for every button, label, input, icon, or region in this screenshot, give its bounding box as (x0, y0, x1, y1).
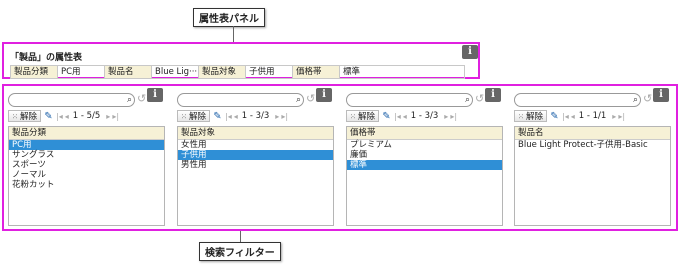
clear-button-label: 解除 (526, 112, 544, 122)
first-page-icon[interactable]: |◂ (562, 112, 569, 121)
attribute-value-cell: PC用 (58, 66, 105, 78)
list-item[interactable]: PC用 (9, 140, 164, 150)
info-button[interactable]: i (316, 88, 332, 102)
filter-panel-price-range: ⌕ ↺ i ⁙ 解除 ✎ |◂ ◂ 1 - 3/3 ▸ ▸| 価格帯 プレミアム… (344, 88, 503, 226)
filter-toolbar: ⁙ 解除 ✎ |◂ ◂ 1 - 5/5 ▸ ▸| (8, 109, 165, 123)
filter-toolbar: ⁙ 解除 ✎ |◂ ◂ 1 - 1/1 ▸ ▸| (514, 109, 671, 123)
first-page-icon[interactable]: |◂ (394, 112, 401, 121)
attribute-table: 製品分類 PC用 製品名 Blue Lig··· 製品対象 子供用 価格帯 標準 (10, 65, 465, 79)
clear-x-icon: ⁙ (349, 113, 359, 121)
attribute-panel-info-button[interactable]: i (462, 45, 478, 59)
info-button[interactable]: i (147, 88, 163, 102)
search-input[interactable]: ⌕ (177, 93, 304, 107)
next-page-icon[interactable]: ▸ (612, 112, 616, 121)
attribute-key-cell: 製品名 (105, 66, 152, 78)
filter-panel-product-category: ⌕ ↺ i ⁙ 解除 ✎ |◂ ◂ 1 - 5/5 ▸ ▸| 製品分類 PC用 … (6, 88, 165, 226)
info-button[interactable]: i (485, 88, 501, 102)
attribute-value-cell: 子供用 (246, 66, 293, 78)
list-item[interactable]: 女性用 (178, 140, 333, 150)
last-page-icon[interactable]: ▸| (281, 112, 288, 121)
clear-x-icon: ⁙ (517, 113, 527, 121)
next-page-icon[interactable]: ▸ (275, 112, 279, 121)
page-indicator: 1 - 3/3 (241, 111, 270, 121)
attribute-panel-connector (233, 26, 234, 42)
undo-icon[interactable]: ↺ (137, 92, 146, 106)
pencil-icon[interactable]: ✎ (43, 111, 54, 122)
prev-page-icon[interactable]: ◂ (403, 112, 407, 121)
clear-button-label: 解除 (20, 112, 38, 122)
attribute-panel-title: 「製品」の属性表 (10, 53, 83, 63)
page-indicator: 1 - 1/1 (578, 111, 607, 121)
next-page-icon[interactable]: ▸ (106, 112, 110, 121)
list-header: 価格帯 (347, 127, 502, 140)
clear-button[interactable]: ⁙ 解除 (346, 110, 379, 122)
clear-button[interactable]: ⁙ 解除 (177, 110, 210, 122)
search-icon[interactable]: ⌕ (127, 95, 132, 105)
search-input[interactable]: ⌕ (346, 93, 473, 107)
filter-list: 製品対象 女性用 子供用 男性用 (177, 126, 334, 226)
prev-page-icon[interactable]: ◂ (571, 112, 575, 121)
search-filter-connector (240, 231, 241, 242)
list-item[interactable]: 花粉カット (9, 180, 164, 190)
filter-panel-product-target: ⌕ ↺ i ⁙ 解除 ✎ |◂ ◂ 1 - 3/3 ▸ ▸| 製品対象 女性用 … (175, 88, 334, 226)
search-input[interactable]: ⌕ (514, 93, 641, 107)
next-page-icon[interactable]: ▸ (444, 112, 448, 121)
last-page-icon[interactable]: ▸| (618, 112, 625, 121)
info-button[interactable]: i (653, 88, 669, 102)
clear-button-label: 解除 (358, 112, 376, 122)
search-icon[interactable]: ⌕ (633, 95, 638, 105)
first-page-icon[interactable]: |◂ (225, 112, 232, 121)
filter-list: 製品名 Blue Light Protect-子供用-Basic (514, 126, 671, 226)
list-item[interactable]: プレミアム (347, 140, 502, 150)
search-filter-callout: 検索フィルター (199, 242, 281, 261)
list-item[interactable]: 標準 (347, 160, 502, 170)
last-page-icon[interactable]: ▸| (112, 112, 119, 121)
list-item[interactable]: Blue Light Protect-子供用-Basic (515, 140, 670, 150)
prev-page-icon[interactable]: ◂ (65, 112, 69, 121)
attribute-key-cell: 価格帯 (293, 66, 340, 78)
attribute-panel: 「製品」の属性表 i 製品分類 PC用 製品名 Blue Lig··· 製品対象… (2, 42, 480, 79)
list-item[interactable]: サングラス (9, 150, 164, 160)
pencil-icon[interactable]: ✎ (212, 111, 223, 122)
undo-icon[interactable]: ↺ (306, 92, 315, 106)
filter-toolbar: ⁙ 解除 ✎ |◂ ◂ 1 - 3/3 ▸ ▸| (177, 109, 334, 123)
attribute-key-cell: 製品対象 (199, 66, 246, 78)
filter-panel-product-name: ⌕ ↺ i ⁙ 解除 ✎ |◂ ◂ 1 - 1/1 ▸ ▸| 製品名 Blue … (512, 88, 671, 226)
filter-list: 価格帯 プレミアム 廉価 標準 (346, 126, 503, 226)
list-item[interactable]: ノーマル (9, 170, 164, 180)
first-page-icon[interactable]: |◂ (56, 112, 63, 121)
search-input[interactable]: ⌕ (8, 93, 135, 107)
attribute-value-cell: Blue Lig··· (152, 66, 199, 78)
list-item[interactable]: 男性用 (178, 160, 333, 170)
clear-button[interactable]: ⁙ 解除 (514, 110, 547, 122)
list-header: 製品名 (515, 127, 670, 140)
last-page-icon[interactable]: ▸| (450, 112, 457, 121)
page-indicator: 1 - 3/3 (410, 111, 439, 121)
undo-icon[interactable]: ↺ (643, 92, 652, 106)
list-header: 製品分類 (9, 127, 164, 140)
list-item[interactable]: 子供用 (178, 150, 333, 160)
attribute-key-cell: 製品分類 (11, 66, 58, 78)
list-item[interactable]: スポーツ (9, 160, 164, 170)
prev-page-icon[interactable]: ◂ (234, 112, 238, 121)
clear-x-icon: ⁙ (180, 113, 190, 121)
list-item[interactable]: 廉価 (347, 150, 502, 160)
search-icon[interactable]: ⌕ (296, 95, 301, 105)
filter-list: 製品分類 PC用 サングラス スポーツ ノーマル 花粉カット (8, 126, 165, 226)
attribute-panel-callout: 属性表パネル (193, 8, 265, 27)
clear-button[interactable]: ⁙ 解除 (8, 110, 41, 122)
search-icon[interactable]: ⌕ (465, 95, 470, 105)
clear-button-label: 解除 (189, 112, 207, 122)
attribute-value-cell: 標準 (343, 67, 361, 77)
filter-toolbar: ⁙ 解除 ✎ |◂ ◂ 1 - 3/3 ▸ ▸| (346, 109, 503, 123)
pencil-icon[interactable]: ✎ (549, 111, 560, 122)
undo-icon[interactable]: ↺ (475, 92, 484, 106)
list-header: 製品対象 (178, 127, 333, 140)
pencil-icon[interactable]: ✎ (381, 111, 392, 122)
page-indicator: 1 - 5/5 (72, 111, 101, 121)
clear-x-icon: ⁙ (11, 113, 21, 121)
